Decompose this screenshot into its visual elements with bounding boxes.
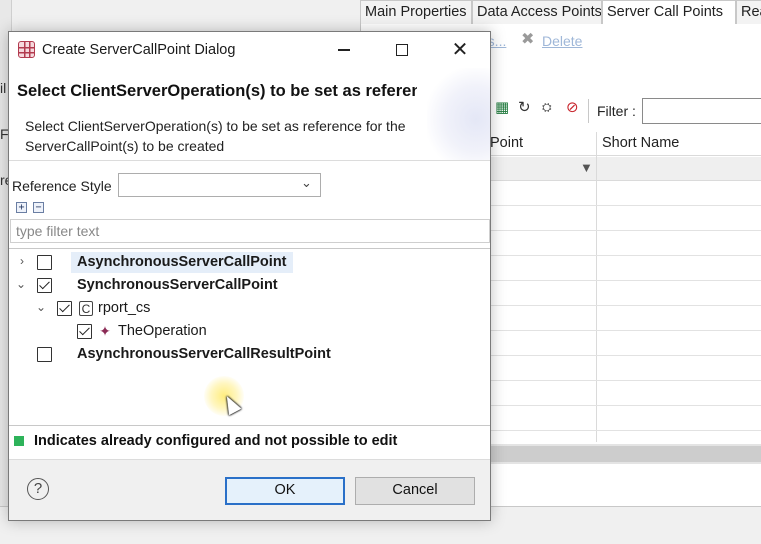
- refresh-icon[interactable]: ↻: [518, 98, 531, 116]
- table-row: [490, 255, 761, 256]
- table-row: [490, 380, 761, 381]
- tree-item-checkbox[interactable]: [37, 278, 52, 293]
- chevron-down-icon[interactable]: ⌄: [35, 300, 47, 314]
- scrollbar-thumb[interactable]: [490, 446, 761, 462]
- excel-icon[interactable]: ▦: [495, 98, 509, 116]
- reference-style-label: Reference Style: [12, 178, 112, 194]
- toolbar-separator: [588, 99, 589, 123]
- table-row: [490, 280, 761, 281]
- operation-icon: ✦: [99, 323, 111, 339]
- tree-item-label: SynchronousServerCallPoint: [77, 277, 278, 293]
- table-row: [490, 305, 761, 306]
- reference-style-select[interactable]: [118, 173, 321, 197]
- operation-tree: › AsynchronousServerCallPoint ⌄ Synchron…: [9, 248, 490, 426]
- table-row: [490, 330, 761, 331]
- dialog-footer: ? OK Cancel: [9, 459, 490, 520]
- tree-item-label: AsynchronousServerCallResultPoint: [77, 346, 331, 362]
- dialog-titlebar: Create ServerCallPoint Dialog ✕: [9, 32, 490, 68]
- close-icon: ✕: [451, 39, 469, 61]
- filter-input[interactable]: [642, 98, 761, 124]
- create-servercallpoint-dialog: Create ServerCallPoint Dialog ✕ Select C…: [8, 31, 491, 521]
- maximize-button[interactable]: [379, 32, 425, 68]
- maximize-icon: [396, 44, 408, 56]
- tree-item[interactable]: ⌄ SynchronousServerCallPoint: [9, 274, 490, 297]
- expand-all-icon[interactable]: +: [16, 202, 27, 213]
- legend-text: Indicates already configured and not pos…: [34, 433, 398, 449]
- help-icon[interactable]: ?: [27, 478, 49, 500]
- tab-server-call-points[interactable]: Server Call Points: [602, 0, 736, 24]
- minimize-icon: [338, 49, 350, 51]
- table-row: [490, 405, 761, 406]
- tree-item[interactable]: AsynchronousServerCallResultPoint: [9, 343, 490, 366]
- filter-label: Filter :: [597, 103, 636, 119]
- settings-icon[interactable]: ⛭: [542, 100, 552, 115]
- tree-filter-input[interactable]: type filter text: [10, 219, 490, 243]
- cancel-button[interactable]: Cancel: [355, 477, 475, 505]
- column-point[interactable]: Point: [490, 135, 523, 151]
- legend-color-swatch: [14, 436, 24, 446]
- minimize-button[interactable]: [321, 32, 367, 68]
- clear-filter-icon[interactable]: ⊘: [566, 98, 579, 116]
- tree-item-checkbox[interactable]: [57, 301, 72, 316]
- tree-item[interactable]: ✦ TheOperation: [9, 320, 490, 343]
- column-divider: [596, 132, 597, 442]
- tree-item-label: TheOperation: [118, 323, 207, 339]
- table-row: [490, 205, 761, 206]
- left-partial-text-1: il: [0, 80, 7, 96]
- header-title: Select ClientServerOperation(s) to be se…: [17, 82, 417, 100]
- table-row: [490, 230, 761, 231]
- dialog-header: Select ClientServerOperation(s) to be se…: [9, 68, 490, 161]
- tree-item[interactable]: › AsynchronousServerCallPoint: [9, 251, 490, 274]
- header-description: Select ClientServerOperation(s) to be se…: [25, 118, 406, 154]
- table-row: [490, 355, 761, 356]
- tree-item-label: AsynchronousServerCallPoint: [71, 252, 293, 273]
- tab-main-properties[interactable]: Main Properties: [360, 0, 472, 24]
- chevron-right-icon[interactable]: ›: [16, 254, 28, 268]
- tree-item[interactable]: ⌄ C rport_cs: [9, 297, 490, 320]
- delete-icon: ✖: [521, 31, 535, 48]
- tab-partial[interactable]: Rea: [736, 0, 761, 24]
- tree-item-checkbox[interactable]: [77, 324, 92, 339]
- table-row: [490, 430, 761, 431]
- chevron-down-icon[interactable]: ⌄: [301, 175, 312, 191]
- header-banner-graphic: [427, 68, 490, 160]
- delete-link[interactable]: Delete: [542, 33, 582, 49]
- ok-button[interactable]: OK: [225, 477, 345, 505]
- tree-item-checkbox[interactable]: [37, 255, 52, 270]
- column-short-name[interactable]: Short Name: [602, 135, 679, 151]
- dialog-title: Create ServerCallPoint Dialog: [42, 42, 236, 58]
- tree-item-checkbox[interactable]: [37, 347, 52, 362]
- tab-data-access-points[interactable]: Data Access Points: [472, 0, 602, 24]
- collapse-all-icon[interactable]: −: [33, 202, 44, 213]
- port-icon: C: [79, 301, 93, 316]
- table-app-icon: [18, 41, 35, 58]
- tree-item-label: rport_cs: [98, 300, 151, 316]
- chevron-down-icon[interactable]: ⌄: [15, 277, 27, 291]
- close-button[interactable]: ✕: [437, 32, 483, 68]
- table-filter-row: [490, 157, 761, 181]
- column-filter-icon[interactable]: ▼: [580, 160, 593, 175]
